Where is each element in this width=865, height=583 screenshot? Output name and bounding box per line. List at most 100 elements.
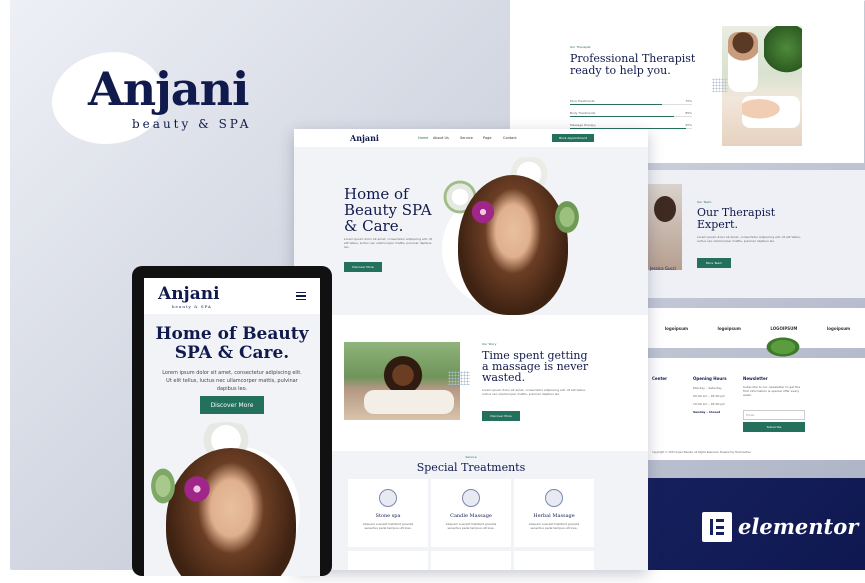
hours-line: Monday – Saturday	[693, 386, 722, 390]
about-image	[344, 342, 460, 420]
subscribe-button[interactable]: Subscribe	[743, 422, 805, 432]
candle-icon	[462, 489, 480, 507]
about-body: Lorem ipsum dolor sit amet, consectetur …	[482, 388, 586, 396]
hero-body: Lorem ipsum dolor sit amet, consectetur …	[344, 237, 433, 249]
service-card	[348, 551, 428, 570]
desktop-navbar: Anjani Home About Us Service Page Contac…	[294, 129, 648, 147]
preview-canvas: Anjani beauty & SPA Our Therapist Profes…	[0, 0, 865, 583]
service-name: Candle Massage	[450, 513, 492, 519]
skill-label: Body Treatments	[570, 111, 596, 115]
nav-item-contact[interactable]: Contact	[503, 136, 517, 140]
screen-footer: Center Opening Hours Monday – Saturday 0…	[644, 358, 865, 460]
skill-row: Body Treatments 85%	[570, 111, 692, 117]
partner-logo: logoipsum	[826, 325, 851, 331]
nav-item-page[interactable]: Page	[483, 136, 491, 140]
about-kicker: Our Story	[482, 342, 497, 346]
mobile-device: Anjani beauty & SPA Home of Beauty SPA &…	[132, 266, 332, 576]
leaf-decoration	[148, 464, 178, 508]
brand-logo: Anjani	[88, 62, 250, 116]
team-member-name: Jessica Gucci	[650, 266, 676, 271]
team-photo	[648, 184, 682, 270]
hero-discover-button[interactable]: Discover More	[344, 262, 382, 272]
book-appointment-button[interactable]: Book Appointment	[552, 134, 594, 142]
mobile-hero-title: Home of Beauty SPA & Care.	[155, 324, 309, 363]
screen-therapist-expert: Jessica Gucci Our Team Our Therapist Exp…	[640, 170, 865, 298]
desktop-hero: Home of Beauty SPA & Care. Lorem ipsum d…	[294, 147, 648, 315]
hamburger-menu-icon[interactable]	[296, 292, 306, 300]
about-discover-button[interactable]: Discover More	[482, 411, 520, 421]
desktop-mockup: Anjani Home About Us Service Page Contac…	[294, 129, 648, 570]
service-text: Aliquam suscipit habitant gravida senect…	[445, 522, 497, 530]
service-card[interactable]: Stone spa Aliquam suscipit habitant grav…	[348, 479, 428, 547]
mobile-logo[interactable]: Anjani	[158, 284, 220, 304]
hero-title: Home of Beauty SPA & Care.	[344, 185, 432, 235]
nav-item-about[interactable]: About Us	[433, 136, 449, 140]
elementor-banner: elementor	[644, 478, 865, 570]
logo-strip: logoipsum logoipsum LOGOIPSUM logoipsum	[644, 308, 865, 348]
therapist-photo	[722, 26, 802, 146]
section-kicker: Our Team	[697, 200, 712, 204]
section-kicker: Our Therapist	[570, 45, 591, 49]
newsletter-text: Subscribe to our newsletter to get the f…	[743, 385, 801, 397]
services-title: Special Treatments	[416, 461, 526, 474]
therapist-figure	[728, 32, 758, 92]
section-title: Our Therapist Expert.	[697, 206, 776, 231]
skill-label: Massage therapy	[570, 123, 596, 127]
hours-line: Sunday – Closed	[693, 410, 721, 414]
footer-col-title: Opening Hours	[693, 376, 727, 381]
mobile-screen: Anjani beauty & SPA Home of Beauty SPA &…	[144, 278, 320, 576]
herbal-icon	[545, 489, 563, 507]
brand-tagline: beauty & SPA	[132, 117, 252, 131]
mobile-logo-tagline: beauty & SPA	[172, 304, 212, 309]
service-name: Herbal Massage	[533, 513, 575, 519]
leaf-decoration	[552, 197, 582, 237]
nav-item-service[interactable]: Service	[460, 136, 473, 140]
plant-shape	[764, 26, 802, 81]
orchid-decoration	[182, 472, 212, 506]
service-text: Aliquam suscipit habitant gravida senect…	[528, 522, 580, 530]
skill-value: 95%	[685, 123, 692, 127]
about-title: Time spent getting a massage is never wa…	[482, 349, 589, 384]
elementor-icon	[702, 512, 732, 542]
skill-value: 85%	[685, 111, 692, 115]
service-text: Aliquam suscipit habitant gravida senect…	[362, 522, 414, 530]
service-name: Stone spa	[375, 513, 401, 519]
skill-bar	[570, 104, 692, 105]
dot-pattern	[448, 371, 470, 385]
nav-logo[interactable]: Anjani	[350, 133, 379, 143]
hero-model-image	[458, 175, 568, 315]
elementor-wordmark: elementor	[738, 514, 859, 539]
hours-line: 10:00 am – 05:00 pm	[693, 402, 726, 406]
skill-bar	[570, 116, 692, 117]
nav-item-home[interactable]: Home	[418, 136, 428, 140]
skill-row: Face Treatments 75%	[570, 99, 692, 105]
client-figure	[742, 96, 800, 128]
herb-decoration	[764, 336, 802, 358]
mobile-hero-body: Lorem ipsum dolor sit amet, consectetur …	[162, 370, 302, 392]
partner-logo: LOGOIPSUM	[770, 325, 798, 331]
more-team-button[interactable]: More Team	[697, 258, 731, 268]
service-card[interactable]: Herbal Massage Aliquam suscipit habitant…	[514, 479, 594, 547]
service-card[interactable]: Candle Massage Aliquam suscipit habitant…	[431, 479, 511, 547]
partner-logo: logoipsum	[717, 325, 741, 331]
section-body: Lorem ipsum dolor sit amet, consectetur …	[697, 235, 801, 243]
stone-spa-icon	[379, 489, 397, 507]
dot-pattern	[712, 78, 728, 92]
skill-label: Face Treatments	[570, 99, 595, 103]
desktop-services: Service Special Treatments Stone spa Ali…	[294, 451, 648, 570]
skill-value: 75%	[685, 99, 692, 103]
mobile-discover-button[interactable]: Discover More	[200, 396, 264, 414]
email-placeholder: Email	[746, 413, 755, 417]
hours-line: 09:00 am – 05:00 pm	[693, 394, 726, 398]
services-kicker: Service	[465, 455, 477, 459]
service-card	[431, 551, 511, 570]
mobile-header: Anjani beauty & SPA	[144, 278, 320, 314]
section-title: Professional Therapist ready to help you…	[570, 52, 696, 77]
copyright: Copyright © 2023 Anjani Beauty. All Righ…	[652, 451, 751, 454]
footer-col-title: Center	[652, 376, 668, 381]
desktop-about: Our Story Time spent getting a massage i…	[294, 315, 648, 451]
partner-logo: logoipsum	[664, 325, 689, 331]
orchid-decoration	[470, 197, 496, 227]
footer-col-title: Newsletter	[743, 376, 768, 381]
email-field[interactable]: Email	[743, 410, 805, 420]
